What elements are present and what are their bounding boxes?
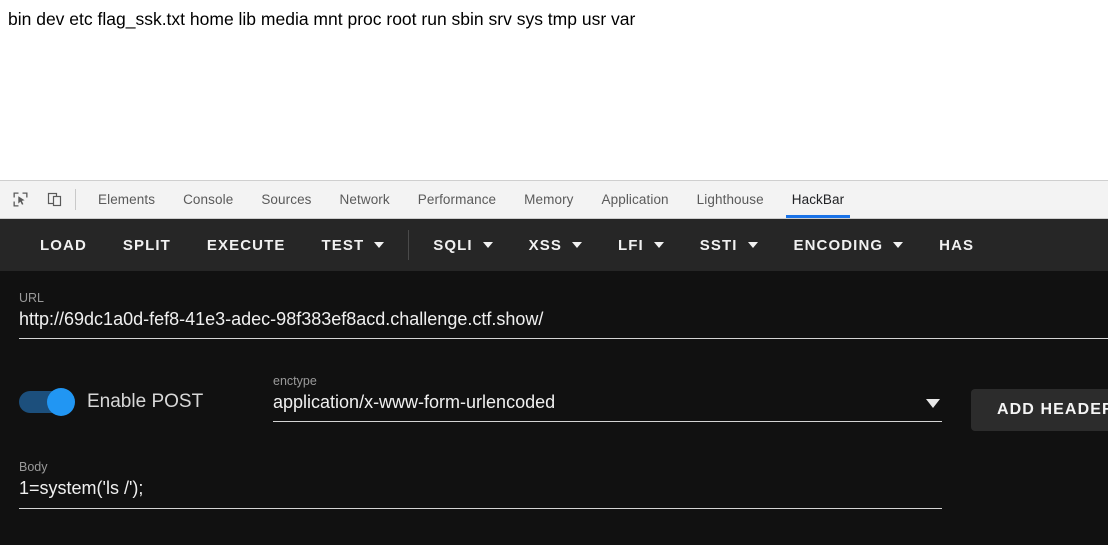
- page-viewport: bin dev etc flag_ssk.txt home lib media …: [0, 0, 1108, 181]
- toggle-switch-track[interactable]: [19, 388, 75, 416]
- chevron-down-icon: [926, 399, 940, 408]
- button-label: SSTI: [699, 236, 738, 254]
- body-label: Body: [19, 460, 48, 474]
- url-field[interactable]: URL http://69dc1a0d-fef8-41e3-adec-98f38…: [19, 290, 1108, 339]
- toolbar-divider: [75, 189, 76, 210]
- url-label: URL: [19, 291, 45, 305]
- inspect-element-icon[interactable]: [7, 187, 33, 213]
- enctype-select[interactable]: application/x-www-form-urlencoded: [273, 389, 942, 415]
- hackbar-toolbar: LOAD SPLIT EXECUTE TEST SQLI XSS LFI SST…: [0, 219, 1108, 271]
- hackbar-execute-button[interactable]: EXECUTE: [189, 229, 304, 262]
- tab-label: Console: [183, 192, 234, 207]
- devtools-tab-list: Elements Console Sources Network Perform…: [84, 181, 858, 218]
- chevron-down-icon: [893, 242, 904, 248]
- hackbar-ssti-menu[interactable]: SSTI: [682, 229, 776, 262]
- hackbar-sqli-menu[interactable]: SQLI: [415, 229, 510, 262]
- button-label: XSS: [528, 236, 562, 254]
- tab-label: Lighthouse: [696, 192, 764, 207]
- chevron-down-icon: [374, 242, 385, 248]
- hackbar-test-menu[interactable]: TEST: [303, 229, 402, 262]
- body-underline: [19, 508, 942, 509]
- tab-label: Memory: [524, 192, 574, 207]
- tab-label: HackBar: [791, 192, 845, 207]
- tab-label: Sources: [261, 192, 312, 207]
- chevron-down-icon: [747, 242, 758, 248]
- enctype-value: application/x-www-form-urlencoded: [273, 392, 556, 412]
- button-label: ENCODING: [793, 236, 884, 254]
- chevron-down-icon: [653, 242, 664, 248]
- tab-label: Network: [339, 192, 390, 207]
- post-options-row: Enable POST enctype application/x-www-fo…: [0, 371, 1108, 431]
- hackbar-form: URL http://69dc1a0d-fef8-41e3-adec-98f38…: [0, 271, 1108, 545]
- devtools-tabbar: Elements Console Sources Network Perform…: [0, 181, 1108, 219]
- tab-performance[interactable]: Performance: [404, 181, 510, 218]
- tab-label: Elements: [98, 192, 156, 207]
- hackbar-split-button[interactable]: SPLIT: [105, 229, 189, 262]
- tab-lighthouse[interactable]: Lighthouse: [683, 181, 778, 218]
- enctype-underline: [273, 421, 942, 422]
- button-label: LOAD: [40, 236, 87, 254]
- url-input[interactable]: http://69dc1a0d-fef8-41e3-adec-98f383ef8…: [19, 306, 1108, 332]
- button-label: HAS: [939, 236, 975, 254]
- toggle-switch-knob: [47, 388, 75, 416]
- chevron-down-icon: [482, 242, 493, 248]
- hackbar-lfi-menu[interactable]: LFI: [600, 229, 682, 262]
- hackbar-load-button[interactable]: LOAD: [22, 229, 105, 262]
- enctype-label: enctype: [273, 374, 317, 388]
- page-response-text: bin dev etc flag_ssk.txt home lib media …: [8, 9, 636, 29]
- button-label: EXECUTE: [206, 236, 286, 254]
- device-toolbar-icon[interactable]: [41, 187, 67, 213]
- body-input[interactable]: 1=system('ls /');: [19, 475, 942, 501]
- hackbar-encoding-menu[interactable]: ENCODING: [776, 229, 922, 262]
- enctype-field[interactable]: enctype application/x-www-form-urlencode…: [273, 373, 942, 422]
- devtools-panel: Elements Console Sources Network Perform…: [0, 181, 1108, 545]
- button-label: TEST: [321, 236, 365, 254]
- tab-label: Application: [601, 192, 669, 207]
- toolbar-group-divider: [408, 230, 410, 260]
- devtools-tool-icons: [0, 181, 67, 218]
- tab-console[interactable]: Console: [169, 181, 247, 218]
- tab-sources[interactable]: Sources: [247, 181, 325, 218]
- button-label: SQLI: [433, 236, 473, 254]
- button-label: LFI: [617, 236, 644, 254]
- tab-network[interactable]: Network: [326, 181, 404, 218]
- tab-memory[interactable]: Memory: [510, 181, 587, 218]
- add-header-button[interactable]: ADD HEADER: [971, 389, 1108, 431]
- url-underline: [19, 338, 1108, 339]
- enable-post-toggle[interactable]: Enable POST: [19, 388, 204, 416]
- tab-label: Performance: [417, 192, 497, 207]
- chevron-down-icon: [571, 242, 582, 248]
- tab-elements[interactable]: Elements: [84, 181, 169, 218]
- body-field[interactable]: Body 1=system('ls /');: [19, 459, 942, 509]
- button-label: ADD HEADER: [997, 401, 1108, 418]
- tab-application[interactable]: Application: [588, 181, 683, 218]
- tab-hackbar[interactable]: HackBar: [778, 181, 858, 218]
- hackbar-xss-menu[interactable]: XSS: [511, 229, 600, 262]
- hackbar-hashing-menu[interactable]: HAS: [921, 229, 992, 262]
- enable-post-label: Enable POST: [87, 391, 204, 412]
- button-label: SPLIT: [122, 236, 171, 254]
